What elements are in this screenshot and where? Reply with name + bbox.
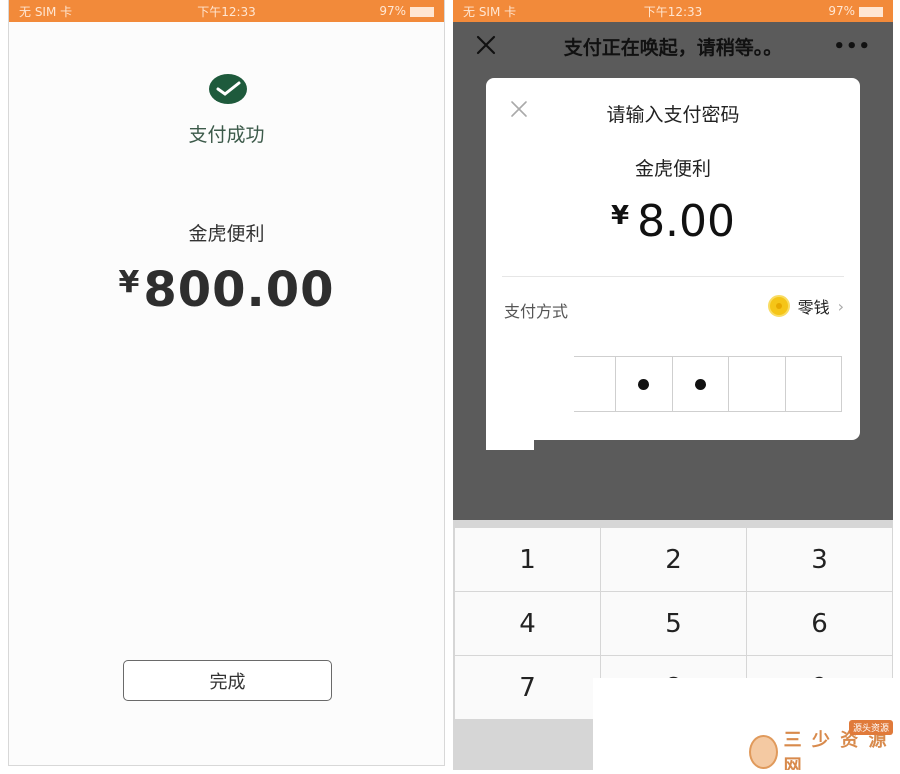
carrier-label: 无 SIM 卡 <box>463 4 517 19</box>
payment-success-screen: 无 SIM 卡 下午12:33 97% 支付成功 金虎便利 ¥800.00 完成 <box>8 0 445 766</box>
battery-icon <box>410 6 434 17</box>
payment-password-screen: 无 SIM 卡 下午12:33 97% 支付正在唤起，请稍等。。 ••• 请输入… <box>453 0 893 770</box>
amount-value: 8.00 <box>637 196 736 247</box>
currency-symbol: ¥ <box>610 201 630 231</box>
coin-icon <box>767 295 790 317</box>
redaction-patch <box>486 410 534 450</box>
battery-indicator: 97% <box>379 4 434 18</box>
password-dot <box>694 378 706 390</box>
pay-method-value: 零钱 <box>797 298 830 317</box>
key-3[interactable]: 3 <box>747 528 892 591</box>
nav-bar: 支付正在唤起，请稍等。。 ••• <box>453 22 893 70</box>
paid-amount: ¥800.00 <box>9 262 444 318</box>
payment-amount: ¥8.00 <box>486 196 860 247</box>
clock-label: 下午12:33 <box>643 4 703 19</box>
nav-title: 支付正在唤起，请稍等。。 <box>563 36 783 59</box>
currency-symbol: ¥ <box>118 265 140 300</box>
pay-method-selector[interactable]: 零钱 › <box>767 294 844 318</box>
merchant-name: 金虎便利 <box>634 158 711 180</box>
key-4[interactable]: 4 <box>455 592 600 655</box>
merchant-name: 金虎便利 <box>188 223 265 245</box>
key-7[interactable]: 7 <box>455 656 600 719</box>
done-button[interactable]: 完成 <box>123 660 332 701</box>
more-options-button[interactable]: ••• <box>833 36 871 57</box>
dialog-title: 请输入支付密码 <box>606 104 740 126</box>
password-dot <box>638 378 650 390</box>
key-6[interactable]: 6 <box>747 592 892 655</box>
password-digit-box <box>729 357 786 411</box>
success-title: 支付成功 <box>188 124 265 146</box>
key-2[interactable]: 2 <box>601 528 746 591</box>
password-digit-box <box>673 357 729 411</box>
watermark-badge: 源头资源 <box>848 720 893 735</box>
watermark: 三 少 资 源 网 源头资源 <box>749 720 893 770</box>
clock-label: 下午12:33 <box>197 4 256 19</box>
amount-value: 800.00 <box>143 262 335 318</box>
status-bar: 无 SIM 卡 下午12:33 97% <box>453 0 893 22</box>
battery-label: 97% <box>379 4 406 18</box>
pay-method-label: 支付方式 <box>504 302 569 321</box>
password-digit-box <box>786 357 842 411</box>
carrier-label: 无 SIM 卡 <box>19 4 73 19</box>
status-bar: 无 SIM 卡 下午12:33 97% <box>9 0 444 22</box>
key-1[interactable]: 1 <box>455 528 600 591</box>
wechat-pay-check-icon <box>209 74 247 104</box>
battery-label: 97% <box>828 4 855 18</box>
password-dialog: 请输入支付密码 金虎便利 ¥8.00 支付方式 零钱 › <box>486 78 860 450</box>
divider <box>502 276 844 277</box>
password-digit-box <box>616 357 673 411</box>
key-5[interactable]: 5 <box>601 592 746 655</box>
battery-icon <box>859 6 883 17</box>
watermark-logo-icon <box>749 735 778 769</box>
chevron-right-icon: › <box>837 296 844 316</box>
battery-indicator: 97% <box>828 4 883 18</box>
